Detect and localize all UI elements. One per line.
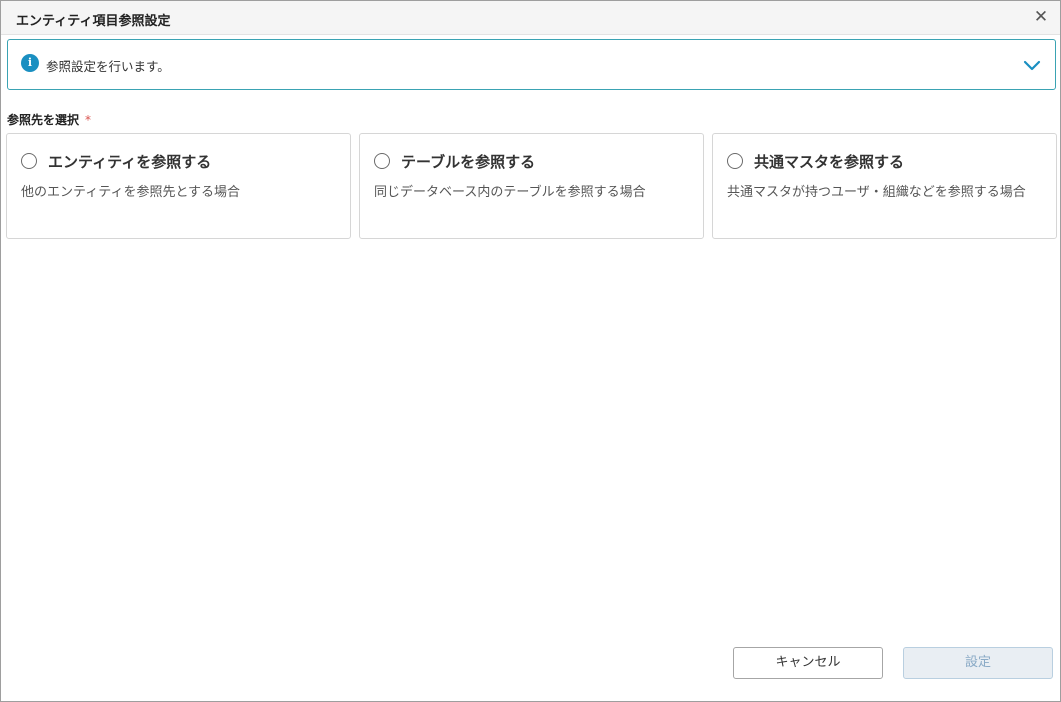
chevron-down-icon[interactable] bbox=[1021, 54, 1043, 76]
radio-common-master[interactable] bbox=[727, 153, 743, 169]
option-card-table[interactable]: テーブルを参照する 同じデータベース内のテーブルを参照する場合 bbox=[359, 133, 704, 239]
option-title: テーブルを参照する bbox=[401, 153, 536, 171]
reference-target-label-text: 参照先を選択 bbox=[7, 113, 80, 127]
reference-settings-dialog: エンティティ項目参照設定 ✕ i 参照設定を行います。 参照先を選択 * エンティ… bbox=[0, 0, 1061, 702]
option-title: 共通マスタを参照する bbox=[754, 153, 905, 171]
radio-table[interactable] bbox=[374, 153, 390, 169]
option-card-common-master[interactable]: 共通マスタを参照する 共通マスタが持つユーザ・組織などを参照する場合 bbox=[712, 133, 1057, 239]
info-icon: i bbox=[21, 54, 39, 72]
option-title: エンティティを参照する bbox=[48, 153, 212, 171]
submit-button[interactable]: 設定 bbox=[903, 647, 1053, 679]
radio-entity[interactable] bbox=[21, 153, 37, 169]
close-icon[interactable]: ✕ bbox=[1030, 6, 1052, 28]
cancel-button[interactable]: キャンセル bbox=[733, 647, 883, 679]
option-description: 同じデータベース内のテーブルを参照する場合 bbox=[374, 185, 646, 200]
reference-target-label: 参照先を選択 * bbox=[7, 111, 91, 128]
dialog-title: エンティティ項目参照設定 bbox=[16, 14, 171, 29]
info-panel: i 参照設定を行います。 bbox=[7, 39, 1056, 90]
option-description: 共通マスタが持つユーザ・組織などを参照する場合 bbox=[727, 185, 1026, 200]
option-description: 他のエンティティを参照先とする場合 bbox=[21, 185, 241, 200]
option-card-entity[interactable]: エンティティを参照する 他のエンティティを参照先とする場合 bbox=[6, 133, 351, 239]
required-mark: * bbox=[85, 113, 92, 127]
dialog-titlebar: エンティティ項目参照設定 ✕ bbox=[1, 1, 1060, 35]
info-message: 参照設定を行います。 bbox=[46, 59, 170, 74]
